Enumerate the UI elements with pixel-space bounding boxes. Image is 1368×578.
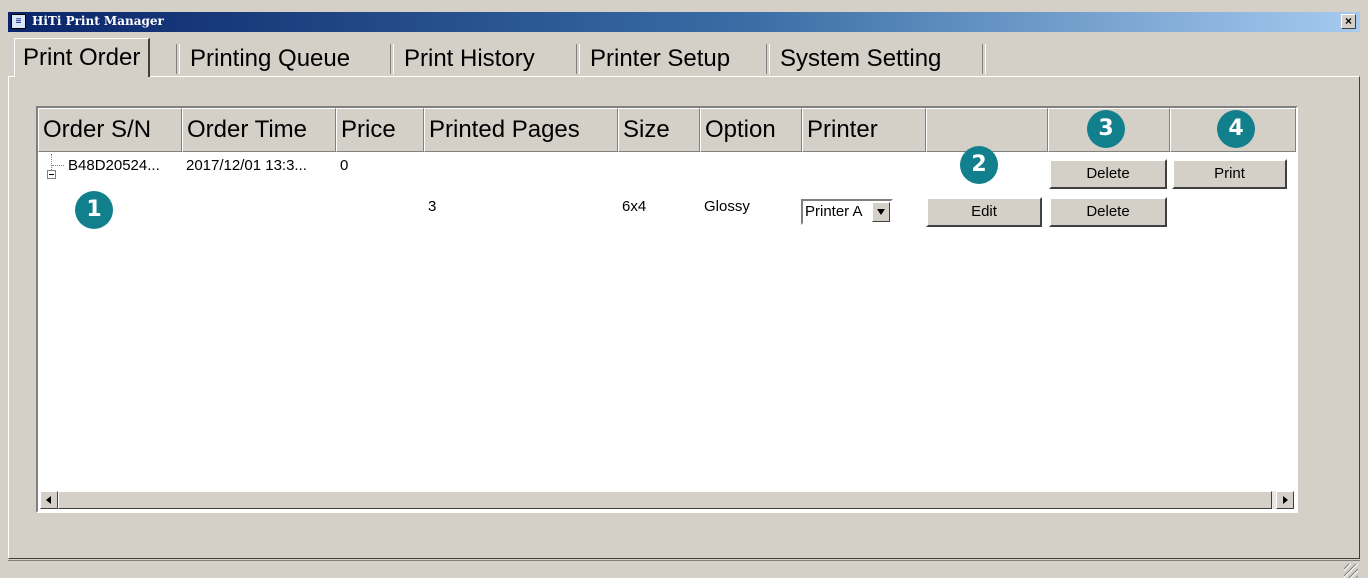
- header-printer[interactable]: Printer: [802, 108, 926, 152]
- item-pages: 3: [428, 198, 437, 215]
- header-price[interactable]: Price: [336, 108, 424, 152]
- printer-select[interactable]: Printer A: [801, 199, 893, 225]
- printer-select-value: Printer A: [805, 203, 863, 220]
- annotation-badge-2: 2: [960, 146, 998, 184]
- dropdown-arrow-icon[interactable]: [872, 202, 890, 222]
- tree-collapse-icon[interactable]: [47, 170, 56, 179]
- order-serial[interactable]: B48D20524...: [68, 157, 160, 174]
- order-time: 2017/12/01 13:3...: [186, 157, 307, 174]
- order-grid: Order S/N Order Time Price Printed Pages…: [36, 106, 1298, 513]
- scrollbar-thumb[interactable]: [58, 491, 1272, 509]
- header-order-sn[interactable]: Order S/N: [38, 108, 182, 152]
- tab-separator: [766, 44, 770, 74]
- annotation-badge-4: 4: [1217, 110, 1255, 148]
- tab-printing-queue[interactable]: Printing Queue: [182, 42, 358, 76]
- tab-separator: [576, 44, 580, 74]
- window-title: HiTi Print Manager: [32, 14, 164, 28]
- scroll-right-icon[interactable]: [1276, 491, 1294, 509]
- tab-printer-setup[interactable]: Printer Setup: [582, 42, 738, 76]
- annotation-badge-3: 3: [1087, 110, 1125, 148]
- delete-item-button[interactable]: Delete: [1049, 197, 1167, 227]
- app-window: ≡ HiTi Print Manager × Print Order Print…: [0, 0, 1368, 578]
- delete-order-button[interactable]: Delete: [1049, 159, 1167, 189]
- tab-print-order[interactable]: Print Order: [14, 38, 151, 77]
- tab-separator: [390, 44, 394, 74]
- resize-grip-icon[interactable]: [1344, 564, 1358, 578]
- header-size[interactable]: Size: [618, 108, 700, 152]
- print-order-button[interactable]: Print: [1172, 159, 1287, 189]
- edit-item-button[interactable]: Edit: [926, 197, 1042, 227]
- tab-system-setting[interactable]: System Setting: [772, 42, 949, 76]
- title-bar[interactable]: ≡ HiTi Print Manager ×: [8, 12, 1360, 32]
- hiti-app-icon: ≡: [11, 14, 26, 29]
- header-order-time[interactable]: Order Time: [182, 108, 336, 152]
- item-size: 6x4: [622, 198, 647, 215]
- horizontal-scrollbar[interactable]: [40, 491, 1294, 509]
- header-option[interactable]: Option: [700, 108, 802, 152]
- tab-separator: [176, 44, 180, 74]
- annotation-badge-1: 1: [75, 191, 113, 229]
- tab-separator: [982, 44, 986, 74]
- header-printed-pages[interactable]: Printed Pages: [424, 108, 618, 152]
- status-bar: [8, 560, 1360, 578]
- tab-print-history[interactable]: Print History: [396, 42, 543, 76]
- order-price: 0: [340, 157, 349, 174]
- scroll-left-icon[interactable]: [40, 491, 58, 509]
- tree-line: [52, 165, 64, 166]
- item-option: Glossy: [704, 198, 750, 215]
- header-edit-column[interactable]: [926, 108, 1048, 152]
- close-button[interactable]: ×: [1341, 14, 1356, 29]
